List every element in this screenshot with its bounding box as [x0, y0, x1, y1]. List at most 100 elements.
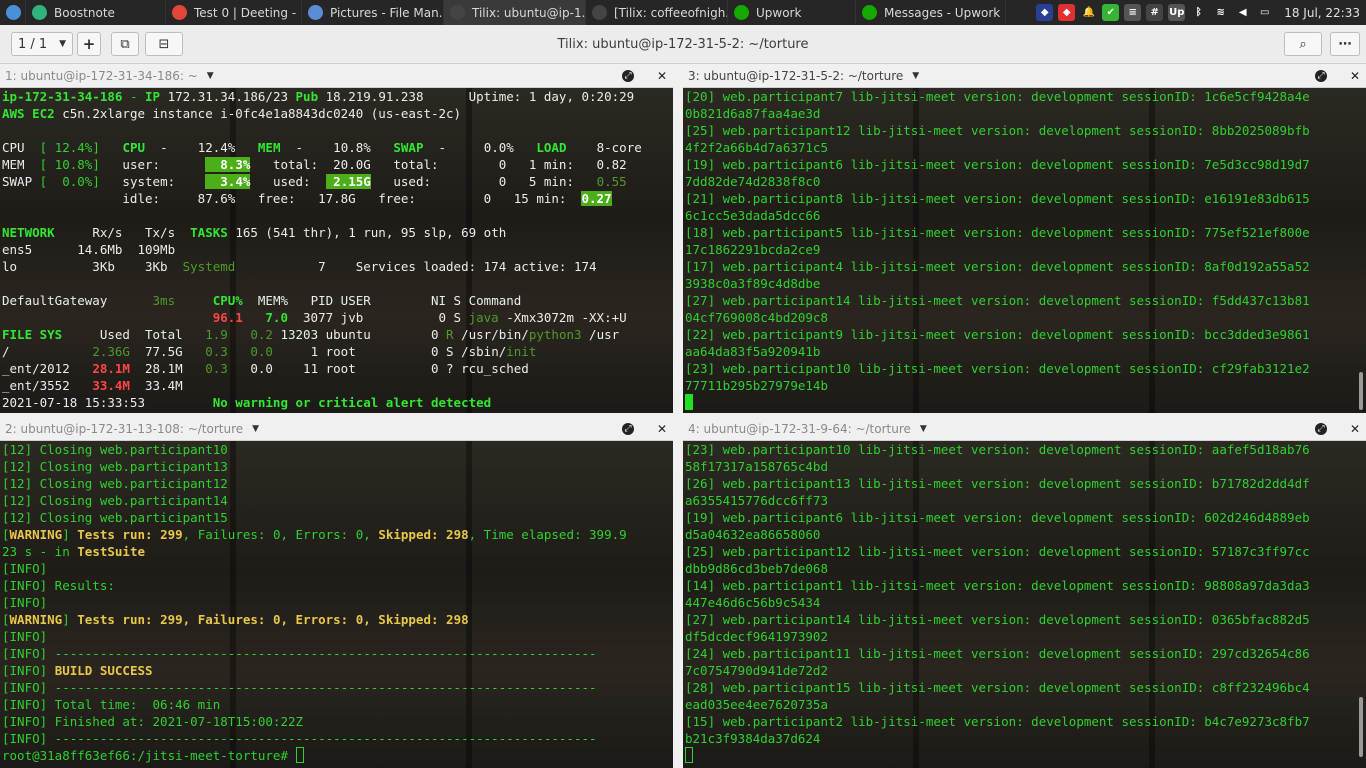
terminal-text: 58f17317a158765c4bd — [685, 459, 828, 474]
session-selector[interactable]: 1 / 1 ▼ — [11, 32, 73, 56]
terminal-pane-1[interactable]: 1: ubuntu@ip-172-31-34-186: ~ ▼ ⤢ ✕ ip-1… — [0, 64, 673, 413]
terminal-text: lo 3Kb 3Kb — [2, 259, 183, 274]
terminal-text: [17] web.participant4 lib-jitsi-meet ver… — [685, 259, 1310, 274]
maximize-icon[interactable]: ⤢ — [622, 422, 634, 435]
add-session-button[interactable]: + — [77, 32, 101, 56]
terminal-title-bar[interactable]: 4: ubuntu@ip-172-31-9-64: ~/torture ▼ ⤢ … — [683, 417, 1366, 441]
terminal-title-bar[interactable]: 2: ubuntu@ip-172-31-13-108: ~/torture ▼ … — [0, 417, 673, 441]
taskbar-item[interactable] — [0, 0, 26, 25]
terminal-text: [27] web.participant14 lib-jitsi-meet ve… — [685, 612, 1310, 627]
taskbar-item[interactable]: Pictures - File Man... — [302, 0, 444, 25]
terminal-text: LOAD — [536, 140, 567, 155]
clock[interactable]: 18 Jul, 22:33 — [1284, 6, 1360, 20]
taskbar-item[interactable]: [Tilix: coffeeofnigh... — [586, 0, 728, 25]
maximize-icon[interactable]: ⤢ — [1315, 422, 1327, 435]
app-icon[interactable]: ◆ — [1036, 4, 1054, 21]
terminal-title-bar[interactable]: 3: ubuntu@ip-172-31-5-2: ~/torture ▼ ⤢ ✕ — [683, 64, 1366, 88]
slack-icon[interactable]: # — [1146, 4, 1164, 21]
terminal-cursor — [685, 747, 693, 763]
terminal-text: 23 s - in — [2, 544, 78, 559]
terminal-pane-4[interactable]: 4: ubuntu@ip-172-31-9-64: ~/torture ▼ ⤢ … — [683, 417, 1366, 768]
terminal-line: SWAP [ 0.0%] system: 3.4% used: 2.15G us… — [2, 173, 673, 190]
maximize-icon[interactable]: ⤢ — [622, 69, 634, 82]
terminal-text: SWAP — [393, 140, 424, 155]
taskbar-item-label: Test 0 | Deeting - ... — [194, 5, 302, 20]
terminal-line: b21c3f9384da37d624 — [685, 730, 1366, 747]
terminal-title: 3: ubuntu@ip-172-31-5-2: ~/torture — [688, 68, 904, 83]
terminal-text: 18.219.91.238 Uptime: 1 day, 0:20:29 — [318, 89, 635, 104]
search-icon: ⌕ — [1299, 36, 1307, 52]
scrollbar[interactable] — [1359, 372, 1363, 410]
maximize-icon[interactable]: ⤢ — [1315, 69, 1327, 82]
taskbar-item[interactable]: Boostnote — [26, 0, 166, 25]
terminal-pane-3[interactable]: 3: ubuntu@ip-172-31-5-2: ~/torture ▼ ⤢ ✕… — [683, 64, 1366, 413]
terminal-pane-2[interactable]: 2: ubuntu@ip-172-31-13-108: ~/torture ▼ … — [0, 417, 673, 768]
terminal-line: [WARNING] Tests run: 299, Failures: 0, E… — [2, 526, 673, 543]
terminal-line: [INFO] BUILD SUCCESS — [2, 662, 673, 679]
terminal-line: [17] web.participant4 lib-jitsi-meet ver… — [685, 258, 1366, 275]
upwork-icon[interactable]: Up — [1168, 4, 1186, 21]
terminal-text: 33.4M — [129, 378, 183, 393]
taskbar-item[interactable]: Upwork — [728, 0, 856, 25]
chevron-down-icon[interactable]: ▼ — [252, 424, 259, 434]
terminal-line: [WARNING] Tests run: 299, Failures: 0, E… — [2, 611, 673, 628]
terminal-text: [24] web.participant11 lib-jitsi-meet ve… — [685, 646, 1310, 661]
close-icon[interactable]: ✕ — [1349, 423, 1361, 435]
git-icon[interactable]: ◆ — [1058, 4, 1076, 21]
terminal-line: ead035ee4ee7620735a — [685, 696, 1366, 713]
terminal-line: 7c0754790d941de72d2 — [685, 662, 1366, 679]
terminal-text: 8.3% — [205, 157, 251, 172]
terminal-text: MEM — [2, 157, 40, 172]
session-selector-label: 1 / 1 — [18, 36, 48, 52]
add-terminal-right-button[interactable]: ⧉ — [111, 32, 139, 56]
close-icon[interactable]: ✕ — [656, 70, 668, 82]
terminal-text: ip-172-31-34-186 — [2, 89, 123, 104]
terminal-output[interactable]: ip-172-31-34-186 - IP 172.31.34.186/23 P… — [0, 88, 673, 413]
terminal-text: [12] Closing web.participant15 — [2, 510, 228, 525]
close-icon[interactable]: ✕ — [1349, 70, 1361, 82]
terminal-text: [INFO] — [2, 629, 48, 644]
chevron-down-icon[interactable]: ▼ — [912, 71, 919, 81]
terminal-text: 3938c0a3f89c4d8dbe — [685, 276, 821, 291]
terminal-text: used: — [250, 174, 326, 189]
terminal-text: 7.0 — [265, 310, 288, 325]
terminal-text: [25] web.participant12 lib-jitsi-meet ve… — [685, 123, 1310, 138]
add-terminal-down-button[interactable]: ⊟ — [145, 32, 183, 56]
terminal-text: Tests run: 299 — [77, 527, 183, 542]
battery-icon[interactable]: ▭ — [1256, 4, 1273, 21]
wifi-icon[interactable]: ≋ — [1212, 4, 1229, 21]
terminal-text: 165 (541 thr), 1 run, 95 slp, 69 oth — [227, 225, 507, 240]
terminal-text: Rx/s Tx/s — [54, 225, 191, 240]
terminal-line: 447e46d6c56b9c5434 — [685, 594, 1366, 611]
check-icon[interactable]: ✔ — [1102, 4, 1120, 21]
terminal-line: [21] web.participant8 lib-jitsi-meet ver… — [685, 190, 1366, 207]
terminal-line: [12] Closing web.participant15 — [2, 509, 673, 526]
volume-icon[interactable]: ◀ — [1234, 4, 1251, 21]
scrollbar[interactable] — [1359, 697, 1363, 757]
find-button[interactable]: ⌕ — [1284, 32, 1322, 56]
terminal-output[interactable]: [12] Closing web.participant10 [12] Closi… — [0, 441, 673, 768]
notes-icon[interactable]: ≡ — [1124, 4, 1142, 21]
terminal-output[interactable]: [23] web.participant10 lib-jitsi-meet ve… — [683, 441, 1366, 768]
taskbar-item[interactable]: Tilix: ubuntu@ip-1... — [444, 0, 586, 25]
taskbar-item[interactable]: Test 0 | Deeting - ... — [166, 0, 302, 25]
chevron-down-icon[interactable]: ▼ — [207, 71, 214, 81]
terminal-text: 3.4% — [205, 174, 251, 189]
chevron-down-icon[interactable]: ▼ — [920, 424, 927, 434]
terminal-text: 0.0 11 root 0 ? rcu_sched — [227, 361, 529, 376]
terminal-text: CPU — [122, 140, 146, 155]
terminal-text: 7dd82de74d2838f8c0 — [685, 174, 821, 189]
terminal-line: [20] web.participant7 lib-jitsi-meet ver… — [685, 88, 1366, 105]
bell-icon[interactable]: 🔔 — [1080, 4, 1097, 21]
taskbar-item[interactable]: Messages - Upwork — [856, 0, 1006, 25]
close-icon[interactable]: ✕ — [656, 423, 668, 435]
bluetooth-icon[interactable]: ᛒ — [1190, 4, 1207, 21]
terminal-line: [19] web.participant6 lib-jitsi-meet ver… — [685, 156, 1366, 173]
terminal-title-bar[interactable]: 1: ubuntu@ip-172-31-34-186: ~ ▼ ⤢ ✕ — [0, 64, 673, 88]
terminal-text: 0.0 — [250, 344, 273, 359]
pane-divider-horizontal[interactable] — [0, 413, 1366, 417]
terminal-line: [12] Closing web.participant13 — [2, 458, 673, 475]
terminal-output[interactable]: [20] web.participant7 lib-jitsi-meet ver… — [683, 88, 1366, 413]
menu-button[interactable]: ⋯ — [1330, 32, 1360, 56]
